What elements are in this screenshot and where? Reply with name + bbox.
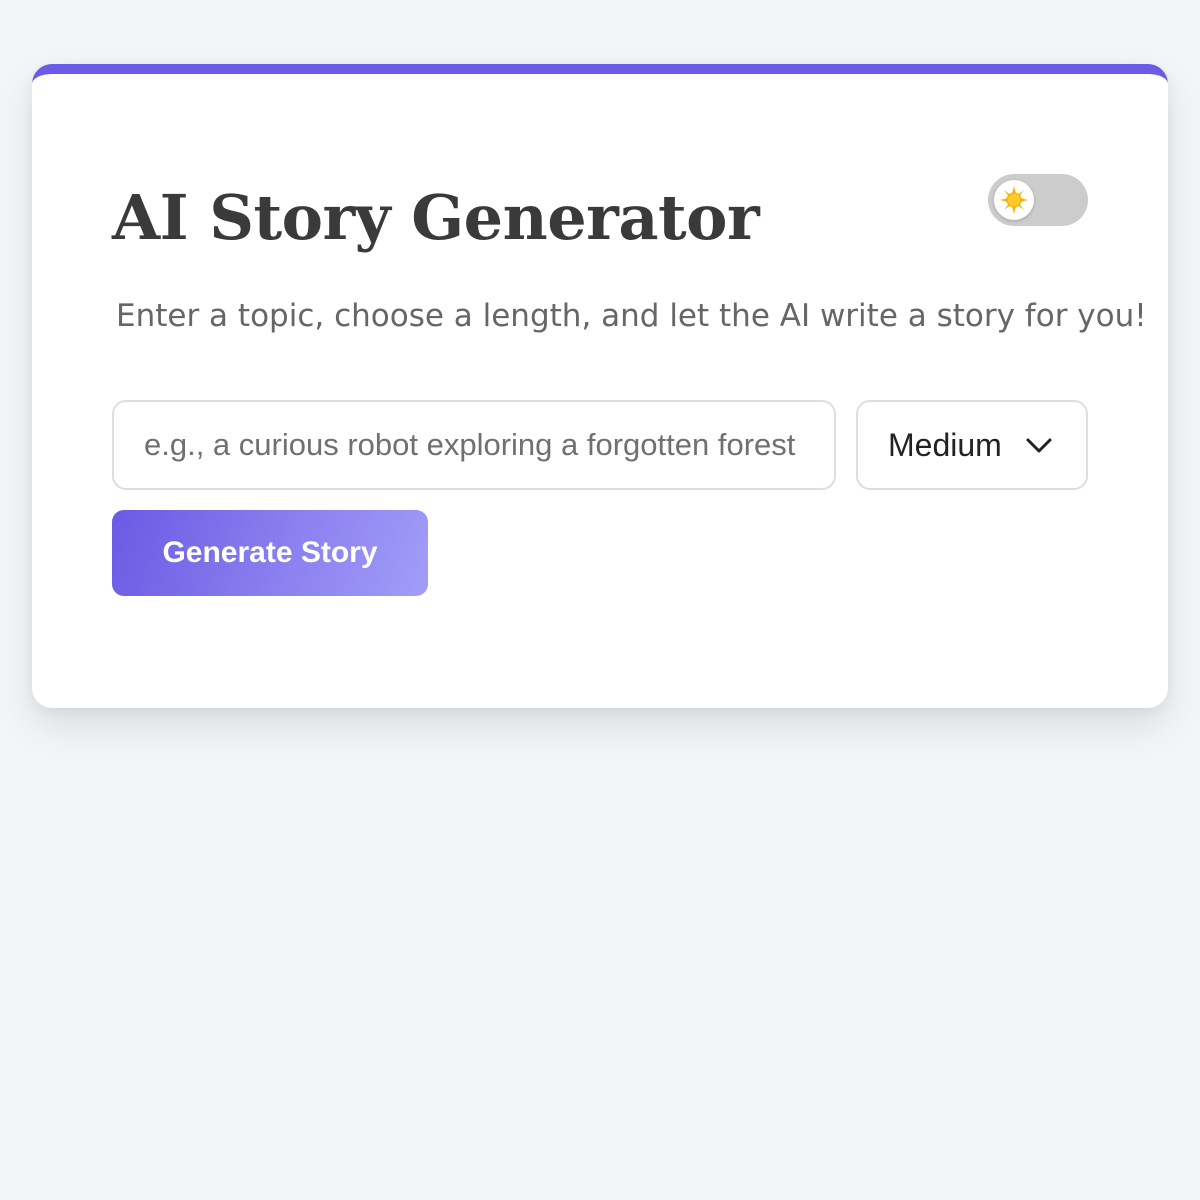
- length-select[interactable]: Medium: [856, 400, 1088, 490]
- length-select-value: Medium: [888, 426, 1002, 463]
- topic-input[interactable]: [112, 400, 836, 490]
- page-title: AI Story Generator: [112, 181, 760, 254]
- generate-story-button[interactable]: Generate Story: [112, 510, 428, 596]
- toggle-knob: [994, 180, 1034, 220]
- story-generator-card: AI Story Generator Enter a topic, choose…: [32, 64, 1168, 708]
- theme-toggle[interactable]: [988, 174, 1088, 226]
- chevron-down-icon: [1022, 428, 1056, 462]
- sun-icon: [1000, 186, 1028, 214]
- page-subtitle: Enter a topic, choose a length, and let …: [116, 298, 1147, 334]
